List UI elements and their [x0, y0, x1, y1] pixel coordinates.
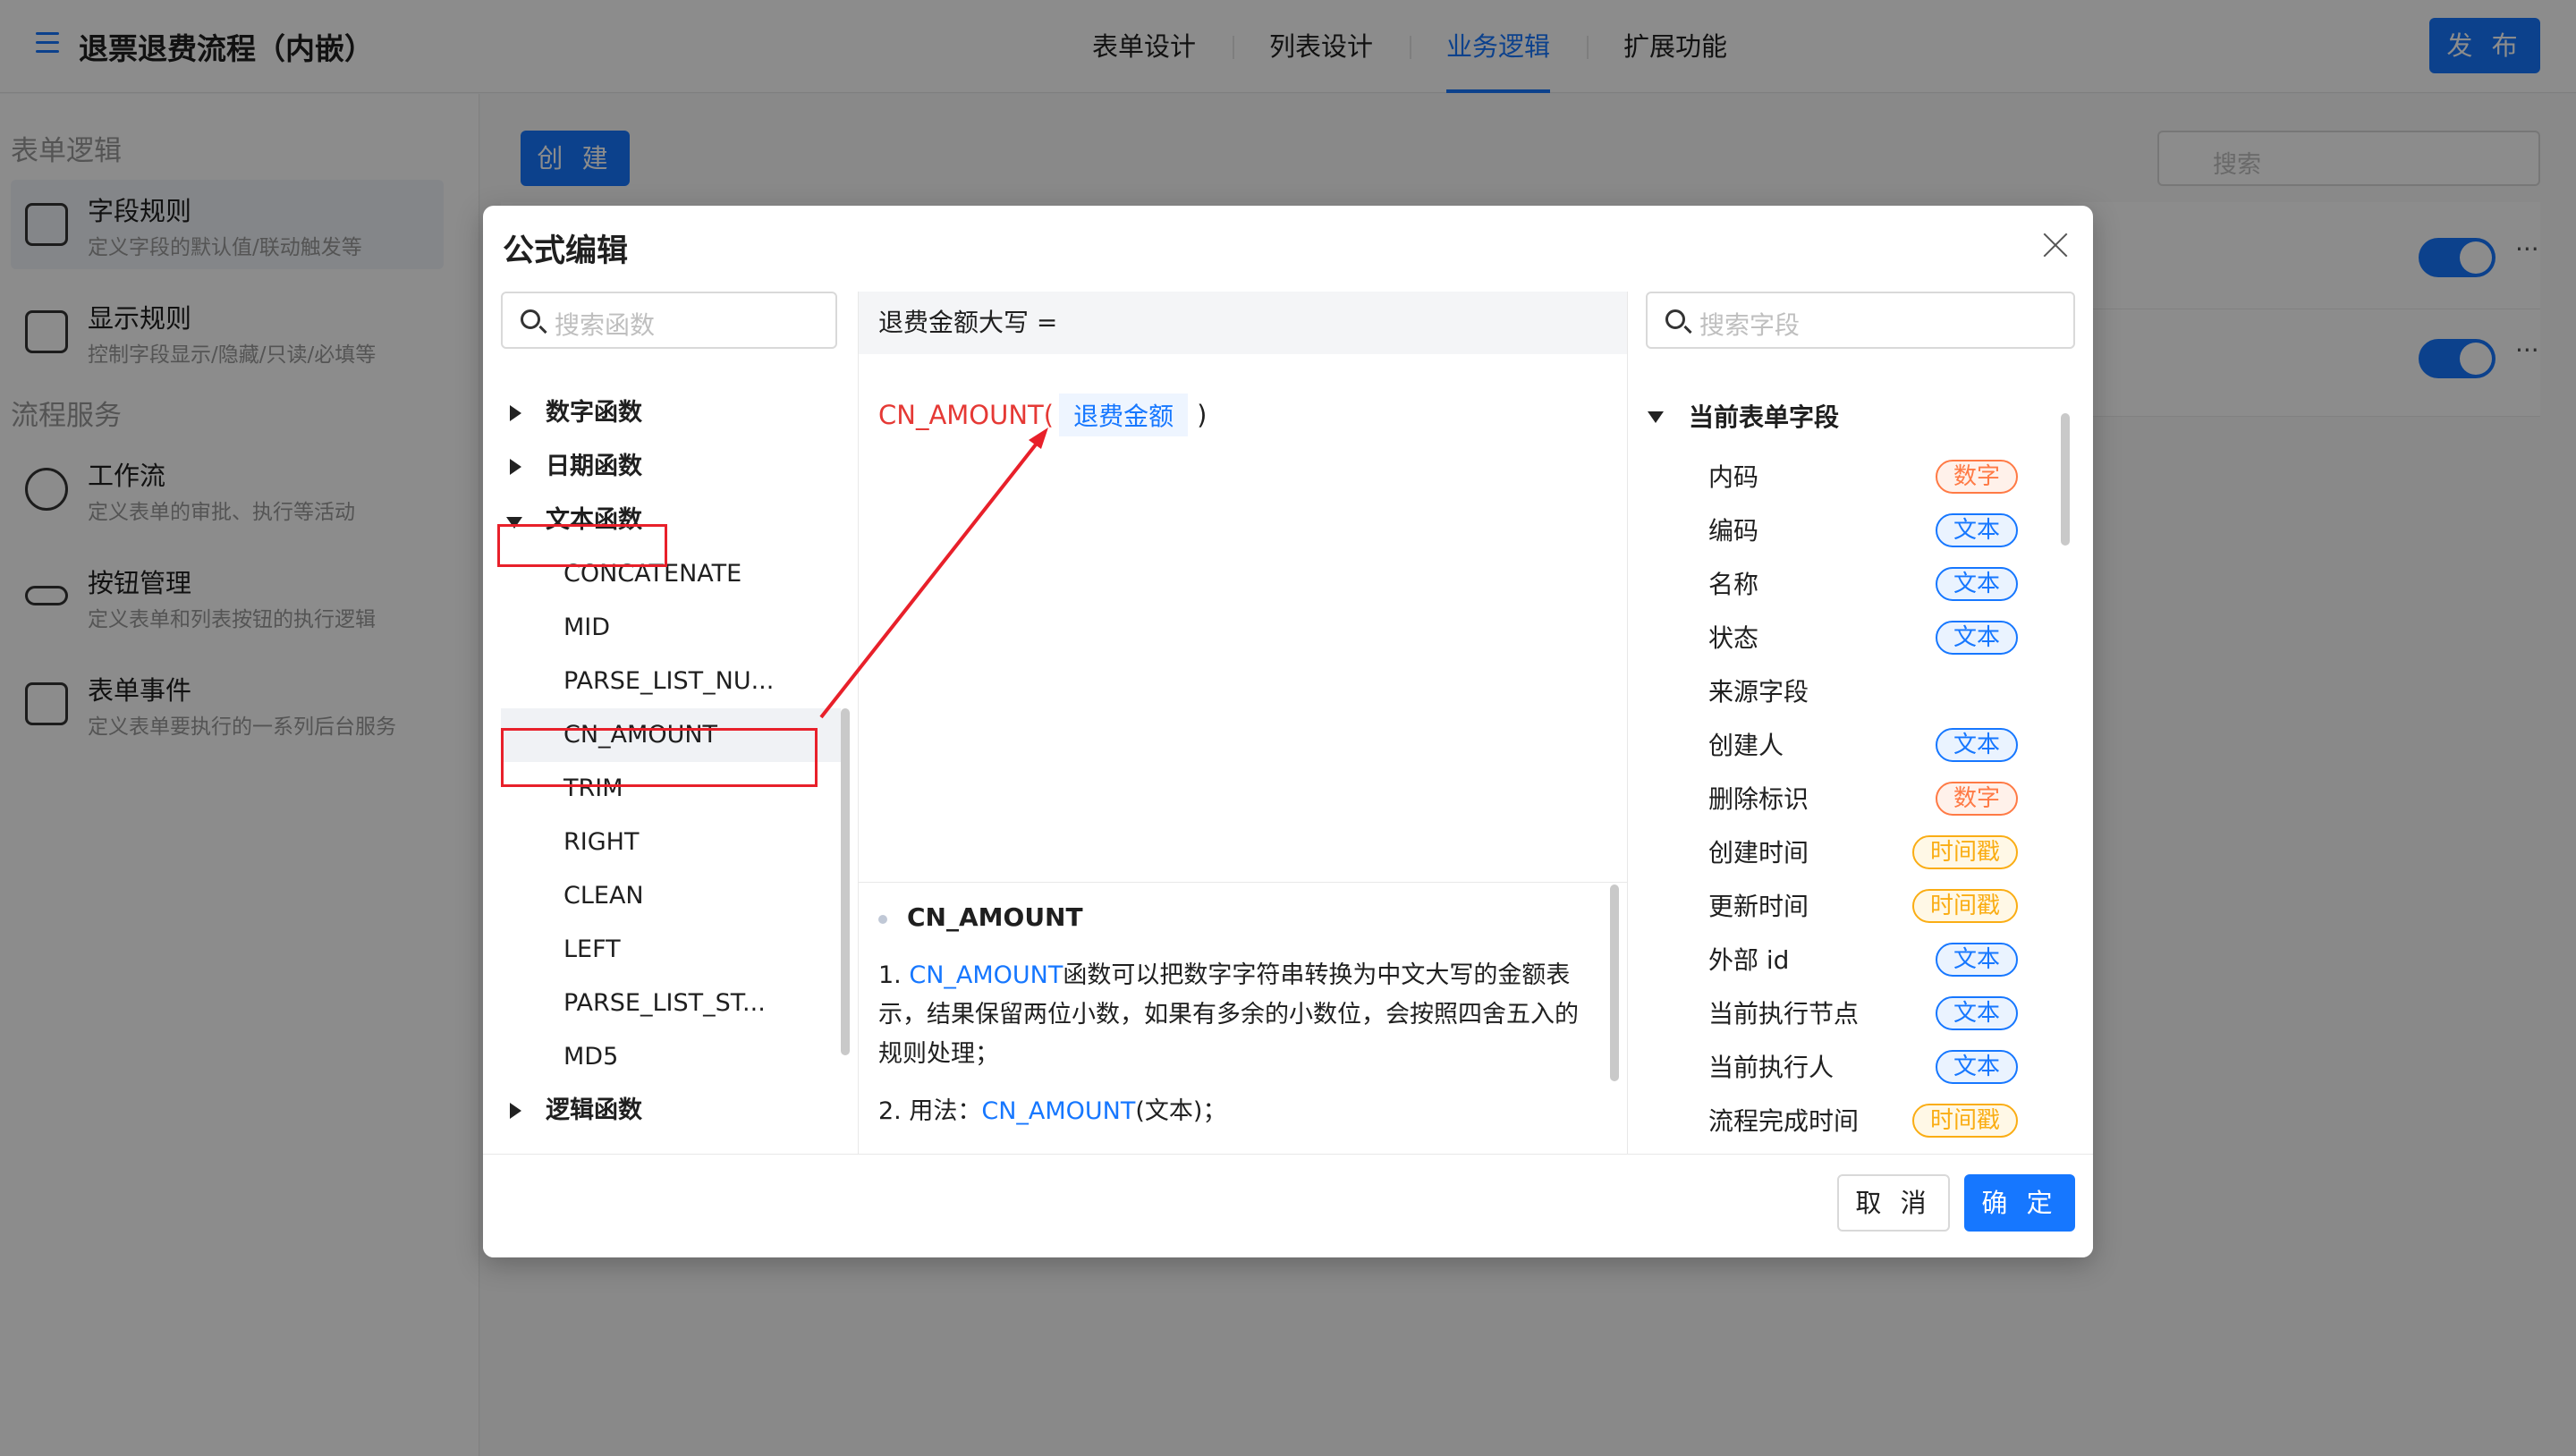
field-name: 更新时间	[1708, 892, 1809, 921]
caret-down-icon	[506, 517, 522, 529]
field-type-badge: 文本	[1935, 943, 2018, 977]
field-type-badge: 时间戳	[1911, 835, 2018, 869]
field-scrollbar[interactable]	[2061, 413, 2070, 546]
caret-right-icon	[510, 405, 521, 421]
field-item[interactable]: 当前执行节点 文本	[1628, 986, 2048, 1039]
function-tree: DATEADD 数字函数 日期函数 文本函数 CONCATENATE MID P…	[501, 367, 841, 1139]
close-icon[interactable]	[2041, 231, 2070, 259]
field-type-badge: 文本	[1935, 621, 2018, 655]
caret-down-icon	[1648, 411, 1664, 423]
field-name: 编码	[1708, 516, 1759, 546]
search-placeholder: 搜索字段	[1699, 310, 1801, 340]
modal-title: 公式编辑	[503, 233, 629, 269]
field-item[interactable]: 当前执行人 文本	[1628, 1039, 2048, 1093]
desc-function-name: CN_AMOUNT	[981, 1097, 1136, 1125]
formula-editor[interactable]: CN_AMOUNT( 退费金额 )	[878, 394, 1207, 436]
function-item[interactable]: DATEADD	[501, 367, 841, 386]
field-name: 创建人	[1708, 731, 1784, 760]
description-paragraph-1: 1. CN_AMOUNT函数可以把数字字符串转换为中文大写的金额表示，结果保留两…	[878, 956, 1594, 1074]
field-name: 创建时间	[1708, 838, 1809, 868]
function-description: CN_AMOUNT 1. CN_AMOUNT函数可以把数字字符串转换为中文大写的…	[859, 882, 1627, 1154]
function-item[interactable]: PARSE_LIST_NU...	[501, 655, 841, 708]
field-item[interactable]: 状态 文本	[1628, 610, 2048, 664]
category-label: 日期函数	[546, 453, 642, 480]
field-item[interactable]: 来源字段	[1628, 664, 2048, 717]
field-name: 流程完成时间	[1708, 1106, 1860, 1136]
field-name: 当前执行人	[1708, 1053, 1835, 1082]
field-type-badge: 文本	[1935, 513, 2018, 547]
field-search-input[interactable]: 搜索字段	[1646, 292, 2075, 349]
formula-field-chip[interactable]: 退费金额	[1059, 394, 1189, 436]
formula-function: CN_AMOUNT(	[878, 400, 1055, 430]
search-icon	[521, 309, 540, 329]
field-name: 来源字段	[1708, 677, 1809, 707]
desc-prefix: 1.	[878, 961, 910, 989]
field-item[interactable]: 内码 数字	[1628, 449, 2048, 503]
function-scrollbar[interactable]	[841, 708, 850, 1055]
desc-function-name: CN_AMOUNT	[909, 961, 1063, 989]
function-item-selected[interactable]: CN_AMOUNT	[501, 708, 841, 762]
function-item[interactable]: TRIM	[501, 762, 841, 816]
function-category-number[interactable]: 数字函数	[501, 386, 841, 440]
field-item[interactable]: 更新时间 时间戳	[1628, 878, 2048, 932]
desc-prefix: 2. 用法：	[878, 1097, 982, 1125]
cancel-button[interactable]: 取 消	[1837, 1174, 1950, 1232]
description-title: CN_AMOUNT	[878, 902, 1083, 932]
field-item[interactable]: 外部 id 文本	[1628, 932, 2048, 986]
field-type-badge: 文本	[1935, 567, 2018, 601]
field-item[interactable]: 创建时间 时间戳	[1628, 825, 2048, 878]
function-item[interactable]: LEFT	[501, 923, 841, 977]
function-category-date[interactable]: 日期函数	[501, 440, 841, 494]
function-pane: 搜索函数 DATEADD 数字函数 日期函数 文本函数 CONCATENATE …	[501, 292, 859, 1154]
field-category-label: 当前表单字段	[1689, 402, 1840, 432]
function-item[interactable]: RIGHT	[501, 816, 841, 869]
confirm-button[interactable]: 确 定	[1964, 1174, 2075, 1232]
function-item[interactable]: CLEAN	[501, 869, 841, 923]
field-item[interactable]: 名称 文本	[1628, 556, 2048, 610]
field-item[interactable]: 流程完成时间 时间戳	[1628, 1093, 2048, 1147]
caret-right-icon	[510, 459, 521, 475]
caret-right-icon	[510, 1103, 521, 1119]
formula-target: 退费金额大写 =	[859, 292, 1627, 354]
category-label: 文本函数	[546, 506, 642, 534]
field-name: 当前执行节点	[1708, 999, 1860, 1029]
formula-pane: 退费金额大写 = CN_AMOUNT( 退费金额 ) CN_AMOUNT 1. …	[859, 292, 1628, 1154]
function-category-text[interactable]: 文本函数	[501, 494, 841, 547]
field-type-badge: 文本	[1935, 728, 2018, 762]
category-label: 逻辑函数	[546, 1096, 642, 1124]
field-name: 删除标识	[1708, 784, 1809, 814]
field-type-badge: 时间戳	[1911, 1104, 2018, 1138]
function-search-input[interactable]: 搜索函数	[501, 292, 837, 349]
field-pane: 搜索字段 当前表单字段 内码 数字 编码 文本 名称 文本 状态 文本 来源字段 创建人 文本 删除标…	[1628, 292, 2075, 1154]
function-item[interactable]: CONCATENATE	[501, 547, 841, 601]
field-type-badge: 数字	[1935, 782, 2018, 816]
field-name: 内码	[1708, 462, 1759, 492]
description-paragraph-2: 2. 用法：CN_AMOUNT(文本)；	[878, 1092, 1594, 1131]
function-item[interactable]: PARSE_LIST_ST...	[501, 977, 841, 1030]
function-item[interactable]: MID	[501, 601, 841, 655]
field-type-badge: 数字	[1935, 460, 2018, 494]
formula-close-paren: )	[1197, 400, 1208, 430]
function-item[interactable]: MD5	[501, 1030, 841, 1084]
search-icon	[1665, 309, 1685, 329]
field-name: 状态	[1708, 623, 1759, 653]
formula-editor-modal: 公式编辑 搜索函数 DATEADD 数字函数 日期函数 文本函数 CONCATE…	[483, 206, 2093, 1257]
search-placeholder: 搜索函数	[555, 310, 656, 340]
field-tree: 当前表单字段 内码 数字 编码 文本 名称 文本 状态 文本 来源字段 创建人 文本 删除标识 数字 创建…	[1628, 377, 2057, 1154]
field-item[interactable]: 创建人 文本	[1628, 717, 2048, 771]
field-name: 名称	[1708, 570, 1759, 599]
field-item[interactable]: 编码 文本	[1628, 503, 2048, 556]
field-name: 外部 id	[1708, 945, 1790, 975]
field-category[interactable]: 当前表单字段	[1648, 395, 1839, 440]
modal-footer: 取 消 确 定	[483, 1154, 2093, 1257]
description-scrollbar[interactable]	[1610, 885, 1619, 1081]
function-category-logic[interactable]: 逻辑函数	[501, 1084, 841, 1138]
field-type-badge: 文本	[1935, 996, 2018, 1030]
field-item[interactable]: 删除标识 数字	[1628, 771, 2048, 825]
category-label: 数字函数	[546, 399, 642, 427]
field-type-badge: 时间戳	[1911, 889, 2018, 923]
desc-text: (文本)；	[1135, 1097, 1227, 1125]
field-type-badge: 文本	[1935, 1050, 2018, 1084]
